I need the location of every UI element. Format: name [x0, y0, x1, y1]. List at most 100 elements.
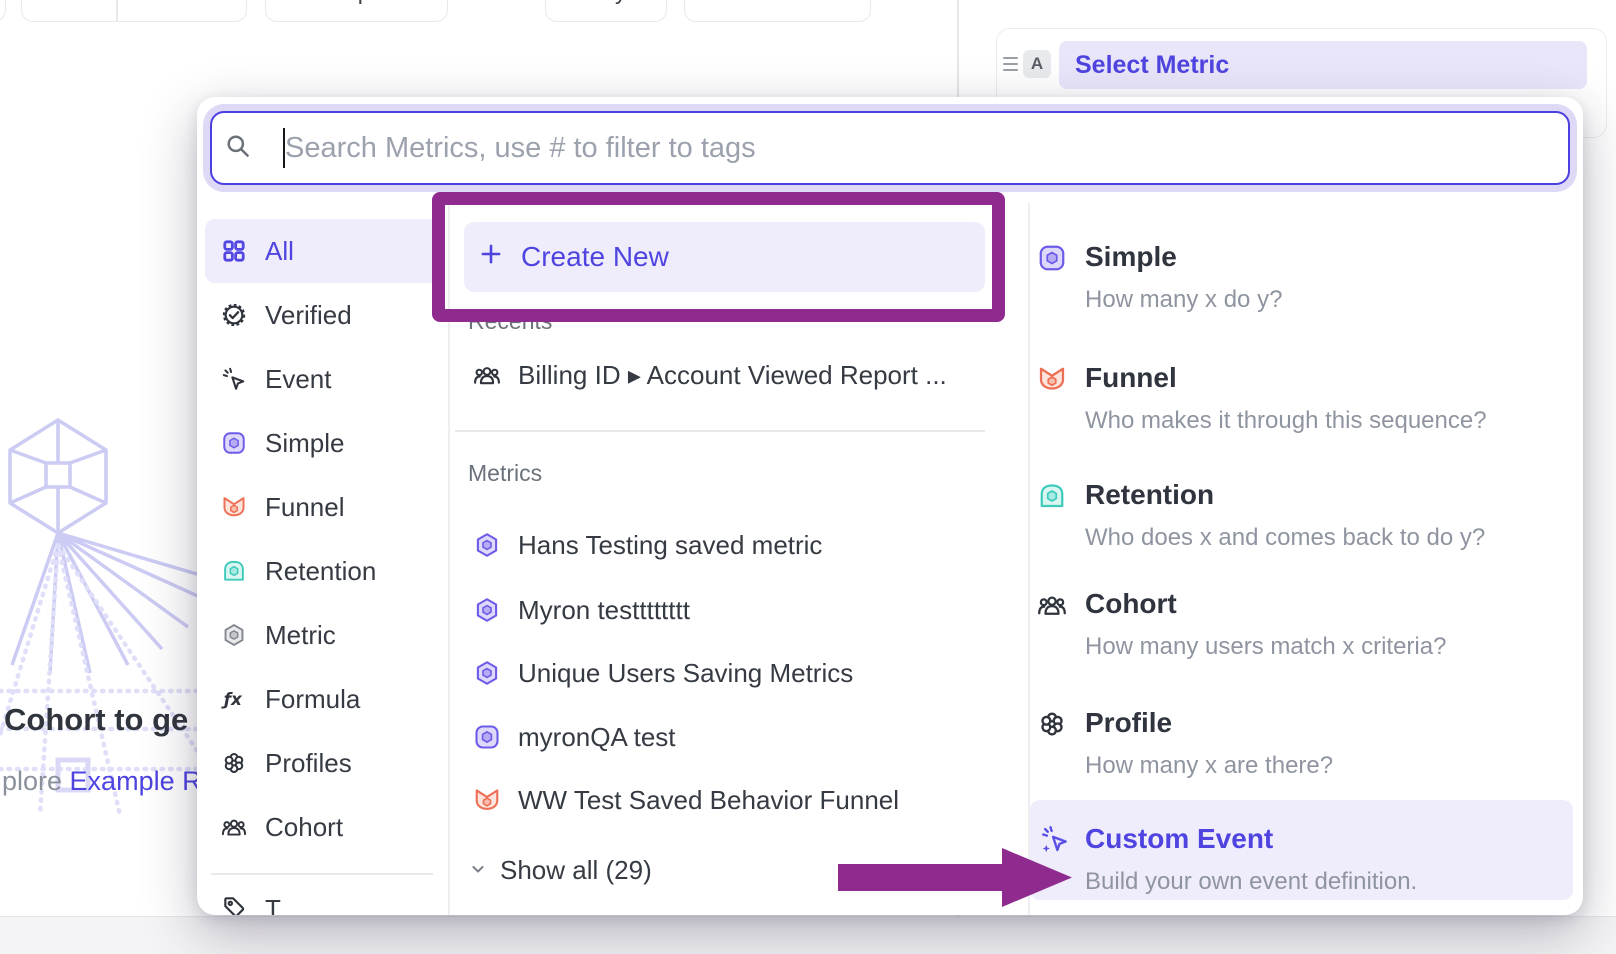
- app-root: 12M XTD Compare Day Line A Select Metric: [0, 0, 1616, 954]
- recent-item[interactable]: Billing ID ▸ Account Viewed Report ...: [473, 347, 947, 403]
- category-sidebar: All Verified Event Simple Funnel Retention Met…: [205, 219, 443, 859]
- metric-purple-icon: [473, 531, 501, 559]
- metric-type-title: Funnel: [1085, 362, 1177, 394]
- metric-type-custom-event[interactable]: Custom EventBuild your own event definit…: [1030, 800, 1573, 900]
- metric-type-simple[interactable]: SimpleHow many x do y?: [1030, 234, 1573, 330]
- explore-text-fragment: plore: [2, 766, 70, 796]
- metric-type-cohort[interactable]: CohortHow many users match x criteria?: [1030, 581, 1573, 677]
- funnel-icon: [1037, 364, 1067, 394]
- saved-metric-item[interactable]: Hans Testing saved metric: [473, 517, 822, 573]
- drag-handle-icon[interactable]: [1003, 53, 1018, 75]
- create-new-button[interactable]: Create New: [464, 222, 985, 292]
- saved-metric-label: Hans Testing saved metric: [518, 530, 822, 561]
- compare-button[interactable]: Compare: [265, 0, 448, 22]
- simple-icon: [1037, 243, 1067, 273]
- range-toggle-group[interactable]: 12M XTD: [21, 0, 247, 22]
- retention-icon: [1037, 481, 1067, 511]
- sidebar-item-event[interactable]: Event: [205, 347, 443, 411]
- range-xtd-segment[interactable]: XTD: [118, 0, 247, 21]
- sidebar-item-label: Metric: [265, 620, 336, 651]
- sidebar-item-all[interactable]: All: [205, 219, 443, 283]
- saved-metric-label: myronQA test: [518, 722, 676, 753]
- metric-picker-dialog: All Verified Event Simple Funnel Retention Met…: [197, 97, 1583, 915]
- metrics-header: Metrics: [468, 460, 542, 487]
- sidebar-item-label: Retention: [265, 556, 376, 587]
- line-chart-icon: [736, 0, 764, 8]
- verified-icon: [221, 302, 247, 328]
- sidebar-item-metric[interactable]: Metric: [205, 603, 443, 667]
- clause-letter-badge[interactable]: A: [1023, 50, 1051, 78]
- sidebar-item-label-fragment: T: [265, 894, 281, 915]
- sidebar-item-label: All: [265, 236, 294, 267]
- sidebar-item-funnel[interactable]: Funnel: [205, 475, 443, 539]
- saved-metric-label: WW Test Saved Behavior Funnel: [518, 785, 899, 816]
- recent-item-label: Billing ID ▸ Account Viewed Report ...: [518, 360, 947, 391]
- saved-metric-label: Unique Users Saving Metrics: [518, 658, 853, 689]
- saved-metric-item[interactable]: WW Test Saved Behavior Funnel: [473, 772, 899, 828]
- compare-label: Compare: [309, 0, 404, 5]
- svg-text:ƒx: ƒx: [221, 689, 243, 709]
- range-12m-segment[interactable]: 12M: [22, 0, 116, 21]
- sidebar-item-label: Formula: [265, 684, 360, 715]
- sidebar-item-cohort[interactable]: Cohort: [205, 795, 443, 859]
- cohort-icon: [473, 361, 501, 389]
- grid-icon: [221, 238, 247, 264]
- recents-header: Recents: [468, 308, 552, 335]
- metric-type-description: Who makes it through this sequence?: [1085, 407, 1487, 435]
- saved-metric-item[interactable]: myronQA test: [473, 709, 676, 765]
- profiles-icon: [221, 750, 247, 776]
- sidebar-item-label: Simple: [265, 428, 344, 459]
- simple-icon: [221, 430, 247, 456]
- simple-icon: [473, 723, 501, 751]
- category-sidebar-partial-row[interactable]: T: [205, 894, 443, 915]
- metric-type-retention[interactable]: Retention Who does x and comes back to do…: [1030, 472, 1573, 568]
- empty-state-illustration: [0, 335, 200, 815]
- date-range-partial-button[interactable]: [0, 0, 6, 22]
- metric-type-title: Custom Event: [1085, 823, 1273, 855]
- show-all-button[interactable]: Show all (29): [468, 842, 652, 898]
- metric-search-input[interactable]: [251, 131, 1568, 166]
- sidebar-item-label: Event: [265, 364, 332, 395]
- sidebar-divider: [448, 203, 450, 915]
- show-all-label: Show all (29): [500, 855, 652, 886]
- metric-type-profile[interactable]: ProfileHow many x are there?: [1030, 700, 1573, 796]
- empty-state-explore-line: plore Example R: [2, 766, 202, 797]
- empty-state-headline-fragment: Cohort to ge: [4, 702, 188, 738]
- metric-type-description: How many x are there?: [1085, 752, 1333, 780]
- sidebar-item-label: Cohort: [265, 812, 343, 843]
- sidebar-item-retention[interactable]: Retention: [205, 539, 443, 603]
- metric-type-title: Retention: [1085, 479, 1214, 511]
- sidebar-item-profiles[interactable]: Profiles: [205, 731, 443, 795]
- retention-icon: [221, 558, 247, 584]
- metric-icon: [221, 622, 247, 648]
- interval-day-button[interactable]: Day: [545, 0, 667, 22]
- sidebar-item-simple[interactable]: Simple: [205, 411, 443, 475]
- saved-metric-item[interactable]: Myron testttttttt: [473, 582, 690, 638]
- metric-type-funnel[interactable]: Funnel Who makes it through this sequence…: [1030, 355, 1573, 451]
- chart-type-label: Line: [776, 0, 819, 5]
- sidebar-item-verified[interactable]: Verified: [205, 283, 443, 347]
- sidebar-item-formula[interactable]: ƒx Formula: [205, 667, 443, 731]
- search-icon: [224, 132, 251, 164]
- funnel-icon: [221, 494, 247, 520]
- saved-metric-item[interactable]: Unique Users Saving Metrics: [473, 645, 853, 701]
- chart-type-line-button[interactable]: Line: [684, 0, 871, 22]
- metric-search-box[interactable]: [210, 111, 1570, 185]
- range-12m-label: 12M: [47, 0, 92, 5]
- custom-event-icon: [1040, 825, 1070, 855]
- interval-label: Day: [586, 0, 627, 5]
- sidebar-item-label: Profiles: [265, 748, 352, 779]
- plus-icon: [478, 241, 504, 274]
- example-reports-link[interactable]: Example R: [70, 766, 202, 796]
- cohort-icon: [221, 814, 247, 840]
- formula-icon: ƒx: [221, 686, 247, 712]
- select-metric-pill[interactable]: Select Metric: [1059, 41, 1587, 89]
- chevron-down-icon: [201, 0, 217, 5]
- metric-type-title: Cohort: [1085, 588, 1177, 620]
- metric-purple-icon: [473, 596, 501, 624]
- sidebar-item-label: Funnel: [265, 492, 345, 523]
- cohort-icon: [1037, 590, 1067, 620]
- metric-type-description: Who does x and comes back to do y?: [1085, 524, 1485, 552]
- saved-metric-label: Myron testttttttt: [518, 595, 690, 626]
- sidebar-section-divider: [211, 873, 433, 875]
